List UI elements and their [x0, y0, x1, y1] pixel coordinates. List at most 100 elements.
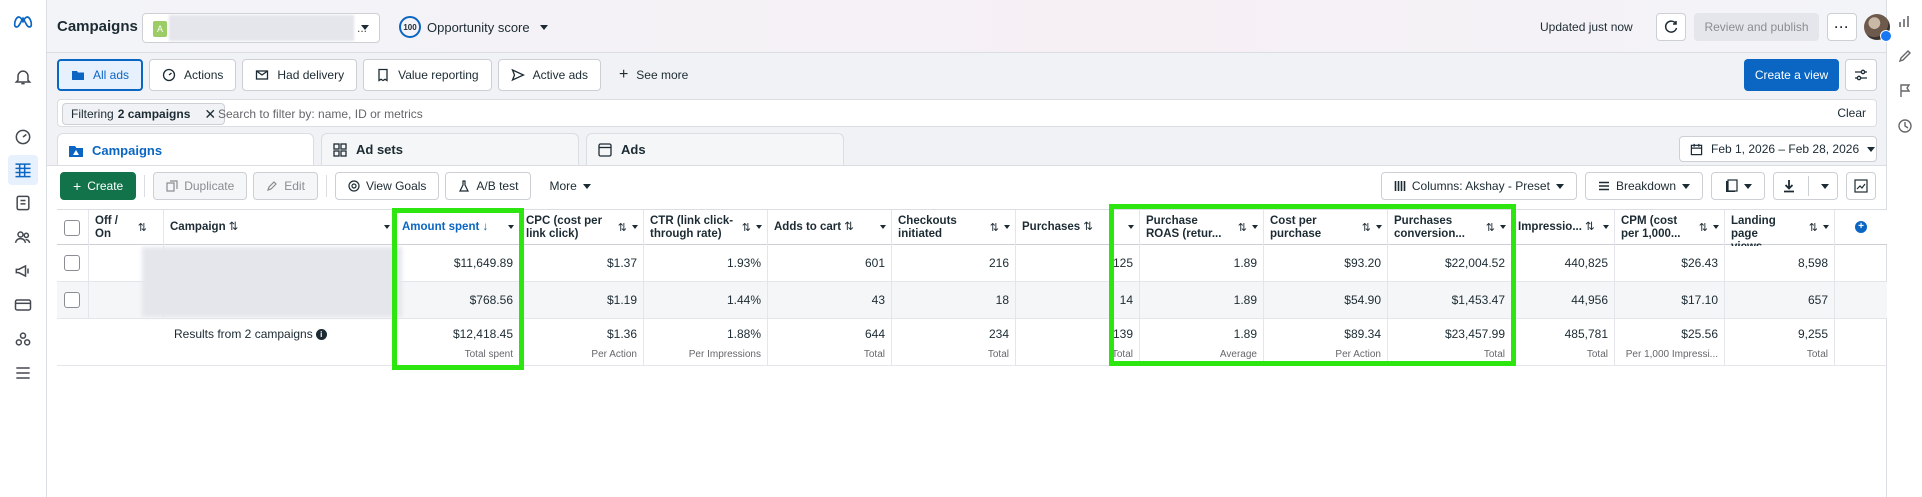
- filter-see-more[interactable]: + See more: [607, 59, 700, 91]
- sort-icon[interactable]: ⇅: [742, 222, 751, 235]
- total-caption: Total spent: [464, 349, 513, 360]
- refresh-button[interactable]: [1656, 13, 1686, 41]
- chevron-down-icon[interactable]: [1128, 225, 1134, 229]
- more-options-button[interactable]: ···: [1827, 13, 1857, 41]
- ad-account-selector[interactable]: A ...: [142, 13, 380, 43]
- business-settings-icon[interactable]: [12, 328, 34, 350]
- add-column-icon[interactable]: +: [1855, 221, 1867, 233]
- col-header-checkouts[interactable]: Checkouts initiated ⇅: [892, 210, 1016, 246]
- chevron-down-icon[interactable]: [756, 225, 762, 229]
- cell-cpc: $1.19: [520, 282, 644, 318]
- charts-toggle-button[interactable]: [1846, 172, 1876, 200]
- reports-button[interactable]: [1711, 172, 1765, 200]
- col-header-adds-to-cart[interactable]: Adds to cart ⇅: [768, 210, 892, 246]
- filter-all-ads[interactable]: All ads: [57, 59, 144, 91]
- chevron-down-icon[interactable]: [1004, 225, 1010, 229]
- bell-icon[interactable]: [12, 66, 34, 88]
- clock-history-icon[interactable]: [1897, 118, 1913, 134]
- chevron-down-icon[interactable]: [1823, 225, 1829, 229]
- filter-active-ads[interactable]: Active ads: [497, 59, 601, 91]
- row-checkbox[interactable]: [64, 292, 80, 308]
- chevron-down-icon[interactable]: [632, 225, 638, 229]
- chevron-down-icon[interactable]: [1713, 225, 1719, 229]
- breakdown-selector[interactable]: Breakdown: [1584, 172, 1703, 200]
- create-view-button[interactable]: Create a view: [1744, 59, 1839, 91]
- sort-icon[interactable]: ⇅: [1486, 222, 1495, 235]
- view-settings-button[interactable]: [1845, 59, 1877, 91]
- col-header-off-on[interactable]: Off / On ⇅: [89, 210, 164, 246]
- col-header-landing-page-views[interactable]: Landing page views ⇅: [1725, 210, 1835, 246]
- sort-icon[interactable]: ⇅: [1238, 222, 1247, 235]
- filter-label: All ads: [93, 68, 130, 82]
- tab-campaigns[interactable]: Campaigns: [57, 133, 314, 167]
- chevron-down-icon[interactable]: [508, 225, 514, 229]
- chevron-down-icon[interactable]: [1376, 225, 1382, 229]
- meta-logo-icon[interactable]: [12, 11, 34, 33]
- sort-icon[interactable]: ⇅: [1083, 221, 1093, 233]
- flag-icon[interactable]: [1897, 83, 1913, 99]
- sort-descending-icon[interactable]: ↓: [483, 221, 489, 233]
- menu-hamburger-icon[interactable]: [12, 362, 34, 384]
- export-button[interactable]: [1773, 172, 1838, 200]
- filter-chip[interactable]: Filtering 2 campaigns ✕: [62, 103, 226, 125]
- bar-chart-icon[interactable]: [1897, 14, 1913, 30]
- col-header-purchase-roas[interactable]: Purchase ROAS (retur... ⇅: [1140, 210, 1264, 246]
- table-grid-icon[interactable]: [8, 155, 38, 185]
- audience-people-icon[interactable]: [12, 226, 34, 248]
- columns-selector[interactable]: Columns: Akshay - Preset: [1380, 172, 1577, 200]
- col-header-campaign[interactable]: Campaign ⇅: [164, 210, 396, 246]
- sort-icon[interactable]: ⇅: [1362, 222, 1371, 235]
- sort-icon[interactable]: ⇅: [1699, 222, 1708, 235]
- chevron-down-icon[interactable]: [1500, 225, 1506, 229]
- filter-had-delivery[interactable]: Had delivery: [242, 59, 358, 91]
- col-header-purchases-conversion-value[interactable]: Purchases conversion... ⇅: [1388, 210, 1512, 246]
- close-icon[interactable]: ✕: [204, 106, 216, 123]
- col-header-impressions[interactable]: Impressio... ⇅: [1512, 210, 1615, 246]
- tab-ad-sets[interactable]: Ad sets: [321, 133, 579, 165]
- pages-icon[interactable]: [12, 192, 34, 214]
- col-header-purchases[interactable]: Purchases ⇅: [1016, 210, 1140, 246]
- dashboard-gauge-icon[interactable]: [12, 126, 34, 148]
- sort-icon[interactable]: ⇅: [618, 222, 627, 235]
- sort-icon[interactable]: ⇅: [844, 221, 854, 233]
- select-all-checkbox[interactable]: [64, 220, 80, 236]
- ab-test-button[interactable]: A/B test: [445, 172, 532, 200]
- row-checkbox[interactable]: [64, 255, 80, 271]
- col-header-amount-spent[interactable]: Amount spent ↓: [396, 210, 520, 246]
- sort-icon[interactable]: ⇅: [1809, 222, 1818, 235]
- col-header-cpc[interactable]: CPC (cost per link click) ⇅: [520, 210, 644, 246]
- review-and-publish-button[interactable]: Review and publish: [1694, 13, 1819, 41]
- sort-icon[interactable]: ⇅: [990, 222, 999, 235]
- col-header-cpm[interactable]: CPM (cost per 1,000... ⇅: [1615, 210, 1725, 246]
- view-goals-button[interactable]: View Goals: [334, 172, 440, 200]
- chevron-down-icon[interactable]: [1252, 225, 1258, 229]
- col-header-ctr[interactable]: CTR (link click-through rate) ⇅: [644, 210, 768, 246]
- folder-icon: [72, 71, 84, 80]
- filter-value-reporting[interactable]: Value reporting: [363, 59, 492, 91]
- chevron-down-icon[interactable]: [1603, 225, 1609, 229]
- date-range-picker[interactable]: Feb 1, 2026 – Feb 28, 2026: [1679, 136, 1877, 162]
- opportunity-score-button[interactable]: 100 Opportunity score: [399, 16, 548, 38]
- sort-icon[interactable]: ⇅: [138, 222, 147, 235]
- clear-filters-link[interactable]: Clear: [1837, 106, 1866, 120]
- billing-card-icon[interactable]: [12, 294, 34, 316]
- create-button[interactable]: + Create: [60, 172, 137, 200]
- cell-landing-page-views: 8,598: [1725, 245, 1835, 281]
- cell-amount-spent: $768.56: [396, 282, 520, 318]
- cell-adds-to-cart: 601: [768, 245, 892, 281]
- tab-ads[interactable]: Ads: [586, 133, 844, 165]
- sort-icon[interactable]: ⇅: [229, 221, 239, 233]
- sort-icon[interactable]: ⇅: [1585, 221, 1595, 233]
- chevron-down-icon[interactable]: [880, 225, 886, 229]
- info-icon[interactable]: i: [315, 329, 327, 341]
- edit-button[interactable]: Edit: [253, 172, 318, 200]
- pencil-icon[interactable]: [1897, 48, 1913, 64]
- chevron-down-icon[interactable]: [384, 225, 390, 229]
- megaphone-icon[interactable]: [12, 260, 34, 282]
- more-actions-button[interactable]: More: [537, 172, 602, 200]
- filter-actions[interactable]: Actions: [149, 59, 237, 91]
- col-header-cost-per-purchase[interactable]: Cost per purchase ⇅: [1264, 210, 1388, 246]
- duplicate-button[interactable]: Duplicate: [153, 172, 248, 200]
- avatar[interactable]: [1864, 14, 1892, 42]
- search-input[interactable]: [218, 104, 1618, 124]
